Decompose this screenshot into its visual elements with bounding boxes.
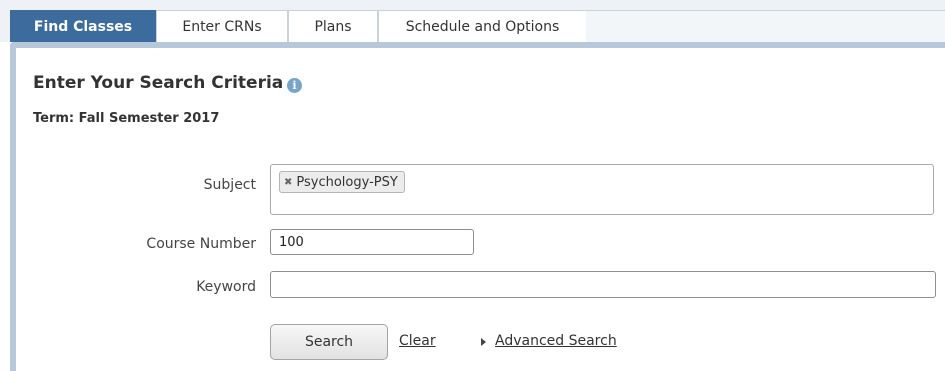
search-button[interactable]: Search: [270, 324, 388, 360]
keyword-input[interactable]: [270, 271, 936, 298]
tab-find-classes[interactable]: Find Classes: [10, 10, 156, 42]
class-search-page: Find Classes Enter CRNs Plans Schedule a…: [0, 0, 945, 371]
course-number-label: Course Number: [146, 236, 256, 252]
keyword-label: Keyword: [196, 279, 256, 295]
clear-link[interactable]: Clear: [399, 333, 436, 349]
subject-chip-label: Psychology-PSY: [296, 174, 398, 190]
info-icon[interactable]: i: [287, 78, 302, 93]
term-label: Term: Fall Semester 2017: [33, 111, 220, 126]
tab-bar-filler: [586, 10, 945, 42]
tab-bar: Find Classes Enter CRNs Plans Schedule a…: [0, 0, 945, 42]
page-title: Enter Your Search Criteria: [33, 73, 284, 93]
advanced-search-link[interactable]: Advanced Search: [495, 333, 617, 349]
subject-chip: ✖ Psychology-PSY: [279, 171, 405, 193]
tab-plans[interactable]: Plans: [288, 10, 378, 42]
subject-input[interactable]: ✖ Psychology-PSY: [270, 164, 934, 215]
caret-right-icon: [481, 338, 486, 346]
remove-chip-icon[interactable]: ✖: [284, 177, 292, 188]
course-number-input[interactable]: [270, 229, 474, 255]
tab-enter-crns[interactable]: Enter CRNs: [156, 10, 288, 42]
subject-label: Subject: [203, 177, 256, 193]
tab-schedule-and-options[interactable]: Schedule and Options: [378, 10, 587, 42]
